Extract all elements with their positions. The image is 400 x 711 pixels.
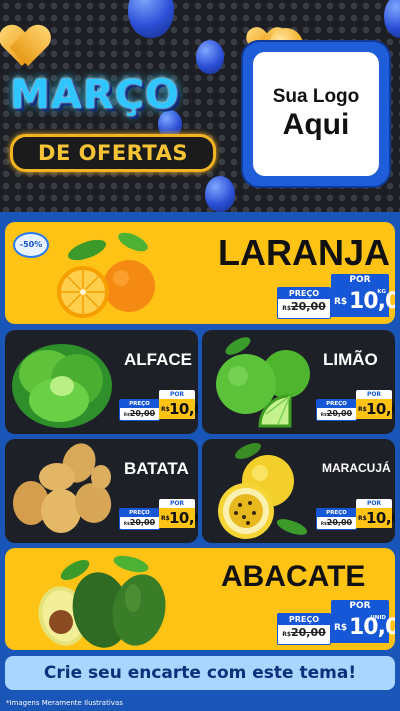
product-card-laranja: -50% LARANJA POR PREÇO R$20,00 R$ 10,00 … bbox=[5, 222, 395, 324]
new-price-box: R$ 10,00 KG bbox=[331, 287, 395, 317]
new-price-box: R$ 10,00 bbox=[356, 399, 395, 419]
old-price-box: PREÇO R$20,00 bbox=[316, 508, 357, 530]
balloon-decoration bbox=[196, 40, 224, 74]
logo-text-line2: Aqui bbox=[282, 108, 350, 141]
old-price: R$20,00 bbox=[120, 518, 159, 527]
product-card-abacate: ABACATE POR PREÇO R$20,00 R$ 10,00 UNID bbox=[5, 548, 395, 650]
old-price-value: 20,00 bbox=[129, 409, 156, 418]
preco-label: PREÇO bbox=[120, 509, 159, 517]
avocado-image bbox=[38, 555, 166, 648]
disclaimer-footnote: *Imagens Meramente Ilustrativas bbox=[6, 699, 123, 707]
old-price: R$20,00 bbox=[317, 409, 356, 418]
new-price-box: R$ 10,00 UNID bbox=[331, 613, 395, 643]
product-card-limao: LIMÃO POR PREÇO R$20,00 R$ 10,00 bbox=[202, 330, 395, 434]
currency: R$ bbox=[334, 623, 348, 633]
price-tag-batata: POR PREÇO R$20,00 R$ 10,00 bbox=[119, 499, 198, 530]
headline-de-ofertas: DE OFERTAS bbox=[10, 134, 216, 172]
old-price-value: 20,00 bbox=[326, 518, 353, 527]
price-tag-limao: POR PREÇO R$20,00 R$ 10,00 bbox=[316, 390, 395, 421]
balloon-decoration bbox=[205, 176, 235, 212]
por-label: POR bbox=[159, 390, 195, 399]
currency: R$ bbox=[334, 297, 348, 307]
price-tag-abacate: POR PREÇO R$20,00 R$ 10,00 UNID bbox=[277, 600, 395, 645]
price-tag-laranja: POR PREÇO R$20,00 R$ 10,00 KG bbox=[277, 274, 395, 319]
price-value: 10,00 bbox=[366, 400, 395, 418]
balloon-decoration bbox=[128, 0, 174, 38]
logo-placeholder-inner: Sua Logo Aqui bbox=[253, 52, 379, 176]
preco-label: PREÇO bbox=[317, 509, 356, 517]
preco-label: PREÇO bbox=[278, 288, 330, 299]
price-tag-alface: POR PREÇO R$20,00 R$ 10,00 bbox=[119, 390, 198, 421]
new-price-box: R$ 10,00 bbox=[356, 508, 395, 528]
por-label: POR bbox=[331, 274, 389, 287]
product-card-batata: BATATA POR PREÇO R$20,00 R$ 10,00 bbox=[5, 439, 198, 543]
product-card-alface: ALFACE POR PREÇO R$20,00 R$ 10,00 bbox=[5, 330, 198, 434]
old-price-box: PREÇO R$20,00 bbox=[277, 613, 331, 645]
product-name-batata: BATATA bbox=[124, 459, 189, 478]
por-label: POR bbox=[356, 390, 392, 399]
price-unit: UNID bbox=[370, 615, 386, 621]
lime-image bbox=[216, 337, 310, 428]
old-price-box: PREÇO R$20,00 bbox=[277, 287, 331, 319]
price-value: 10,00 bbox=[169, 400, 198, 418]
cta-banner-button[interactable]: Crie seu encarte com este tema! bbox=[5, 656, 395, 690]
logo-text-line1: Sua Logo bbox=[272, 86, 360, 107]
new-price-box: R$ 10,00 bbox=[159, 399, 198, 419]
old-price-box: PREÇO R$20,00 bbox=[119, 399, 160, 421]
preco-label: PREÇO bbox=[278, 614, 330, 625]
old-price: R$20,00 bbox=[278, 300, 330, 313]
por-label: POR bbox=[159, 499, 195, 508]
old-currency: R$ bbox=[282, 631, 291, 638]
por-label: POR bbox=[356, 499, 392, 508]
por-label: POR bbox=[331, 600, 389, 613]
product-name-laranja: LARANJA bbox=[218, 232, 391, 273]
old-price-value: 20,00 bbox=[326, 409, 353, 418]
orange-image bbox=[57, 232, 155, 318]
old-price: R$20,00 bbox=[278, 626, 330, 639]
new-price-box: R$ 10,00 bbox=[159, 508, 198, 528]
old-price-box: PREÇO R$20,00 bbox=[316, 399, 357, 421]
price-tag-maracuja: POR PREÇO R$20,00 R$ 10,00 bbox=[316, 499, 395, 530]
price-value: 10,00 bbox=[169, 509, 198, 527]
old-price-value: 20,00 bbox=[291, 300, 326, 313]
potato-image bbox=[13, 443, 112, 533]
heart-balloon-decoration bbox=[2, 26, 48, 68]
old-price-box: PREÇO R$20,00 bbox=[119, 508, 160, 530]
logo-placeholder[interactable]: Sua Logo Aqui bbox=[243, 42, 389, 186]
lettuce-image bbox=[12, 344, 112, 428]
preco-label: PREÇO bbox=[317, 400, 356, 408]
price-unit: KG bbox=[377, 289, 386, 295]
product-card-maracuja: MARACUJÁ POR PREÇO R$20,00 R$ 10,00 bbox=[202, 439, 395, 543]
price-value: 10,00 bbox=[366, 509, 395, 527]
product-name-alface: ALFACE bbox=[124, 350, 192, 369]
balloon-decoration bbox=[384, 0, 400, 38]
price-value: 10,00 bbox=[349, 289, 395, 314]
old-price: R$20,00 bbox=[317, 518, 356, 527]
header-banner: MARÇO DE OFERTAS Sua Logo Aqui bbox=[0, 0, 400, 212]
old-price-value: 20,00 bbox=[129, 518, 156, 527]
product-name-abacate: ABACATE bbox=[221, 560, 366, 593]
old-price: R$20,00 bbox=[120, 409, 159, 418]
old-currency: R$ bbox=[282, 305, 291, 312]
headline-marco: MARÇO bbox=[10, 72, 180, 118]
product-name-maracuja: MARACUJÁ bbox=[322, 461, 391, 475]
preco-label: PREÇO bbox=[120, 400, 159, 408]
product-name-limao: LIMÃO bbox=[323, 350, 378, 369]
passion-fruit-image bbox=[218, 442, 308, 539]
old-price-value: 20,00 bbox=[291, 626, 326, 639]
